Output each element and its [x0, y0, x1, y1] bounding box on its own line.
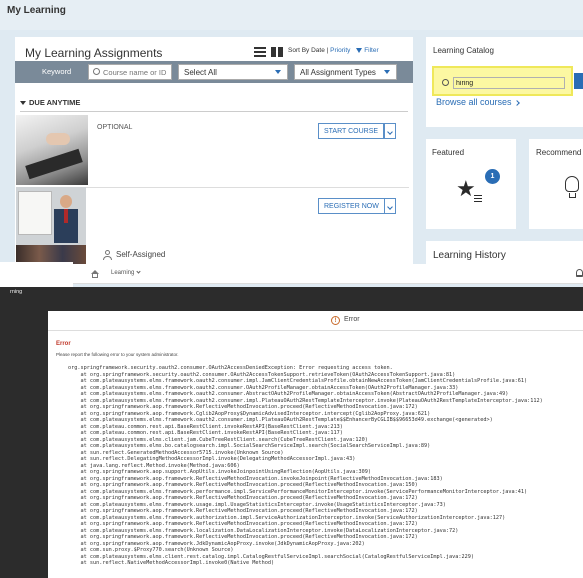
sort-priority-link[interactable]: Priority	[330, 47, 350, 54]
catalog-search-button[interactable]	[574, 73, 583, 89]
lightbulb-base	[569, 193, 576, 198]
course-thumbnail[interactable]	[16, 115, 88, 185]
select-all-dropdown[interactable]: Select All	[178, 64, 288, 80]
register-now-menu-button[interactable]	[384, 198, 396, 214]
due-anytime-label: DUE ANYTIME	[29, 98, 81, 107]
catalog-search-highlight	[432, 66, 573, 96]
keyword-input[interactable]	[103, 67, 169, 78]
recommended-title: Recommend	[536, 148, 582, 157]
error-message: Please report the following error to you…	[56, 352, 179, 357]
keyword-label: Keyword	[42, 67, 72, 76]
warning-icon: !	[331, 316, 340, 325]
breadcrumb: rning	[10, 289, 23, 295]
bell-icon[interactable]	[576, 269, 583, 277]
second-window-nav-bar: Learning	[73, 264, 583, 284]
catalog-title: Learning Catalog	[433, 46, 494, 55]
search-icon	[442, 79, 449, 86]
user-icon	[103, 250, 112, 260]
grid-view-icon[interactable]	[271, 47, 283, 57]
chevron-down-icon	[387, 129, 393, 135]
divider	[20, 111, 408, 112]
chevron-down-icon	[20, 101, 26, 106]
list-lines-icon	[474, 195, 482, 204]
browse-all-label: Browse all courses	[436, 97, 512, 107]
start-course-button[interactable]: START COURSE	[318, 123, 385, 139]
stack-trace: org.springframework.security.oauth2.cons…	[68, 365, 580, 578]
recommended-tile[interactable]: Recommend	[529, 139, 583, 229]
keyword-search-box[interactable]	[88, 64, 172, 80]
chevron-right-icon	[513, 99, 520, 106]
browse-all-courses-link[interactable]: Browse all courses	[436, 97, 520, 107]
history-title: Learning History	[433, 250, 506, 261]
error-dialog-header: ! Error	[48, 311, 583, 331]
lightbulb-icon	[565, 176, 579, 192]
list-view-icon[interactable]	[254, 47, 266, 57]
chevron-down-icon	[275, 70, 281, 74]
window-corner	[0, 262, 73, 287]
catalog-search-input[interactable]	[453, 77, 565, 89]
featured-title: Featured	[432, 148, 465, 157]
stack-trace-line: at sun.reflect.NativeMethodAccessorImpl.…	[68, 560, 275, 566]
register-now-button[interactable]: REGISTER NOW	[318, 198, 385, 214]
learning-nav-label: Learning	[111, 270, 135, 276]
chevron-down-icon	[387, 204, 393, 210]
error-dialog: ! Error Error Please report the followin…	[48, 311, 583, 578]
chevron-down-icon	[136, 269, 141, 274]
featured-tile[interactable]: Featured ★ 1	[426, 139, 516, 229]
app-header: My Learning	[0, 0, 583, 30]
error-title: Error	[56, 341, 71, 347]
course-thumbnail[interactable]	[16, 187, 86, 264]
stack-trace-line: at com.plateausystems.elms.framework.oau…	[68, 378, 528, 384]
self-assigned-label: Self-Assigned	[116, 250, 166, 259]
assignment-type-dropdown[interactable]: All Assignment Types	[294, 64, 397, 80]
optional-tag: OPTIONAL	[97, 124, 133, 131]
error-header-title: Error	[344, 316, 360, 323]
star-icon: ★	[456, 176, 476, 201]
search-icon	[93, 68, 100, 75]
chevron-down-icon	[384, 70, 390, 74]
filter-icon[interactable]	[356, 47, 363, 53]
app-title: My Learning	[7, 5, 66, 16]
start-course-menu-button[interactable]	[384, 123, 396, 139]
filter-link[interactable]: Filter	[364, 47, 378, 54]
error-page-frame: rning ! Error Error Please report the fo…	[0, 287, 583, 578]
select-all-value: Select All	[184, 68, 217, 77]
home-icon[interactable]	[91, 270, 99, 278]
featured-count-badge: 1	[485, 169, 500, 184]
assignments-panel: My Learning Assignments Sort By Date | P…	[15, 37, 413, 269]
due-anytime-header[interactable]: DUE ANYTIME	[20, 98, 80, 107]
assignments-title: My Learning Assignments	[25, 46, 163, 60]
assignment-type-value: All Assignment Types	[300, 68, 376, 77]
assignment-search-bar: Keyword Select All All Assignment Types	[15, 61, 413, 83]
stack-trace-line: at com.plateausystems.elms.framework.oau…	[68, 391, 509, 397]
learning-nav-menu[interactable]: Learning	[111, 269, 141, 276]
learning-catalog-panel: Learning Catalog Browse all courses	[426, 37, 583, 127]
sort-by-date[interactable]: Sort By Date |	[288, 47, 328, 54]
sort-controls: Sort By Date | Priority Filter	[288, 47, 379, 54]
